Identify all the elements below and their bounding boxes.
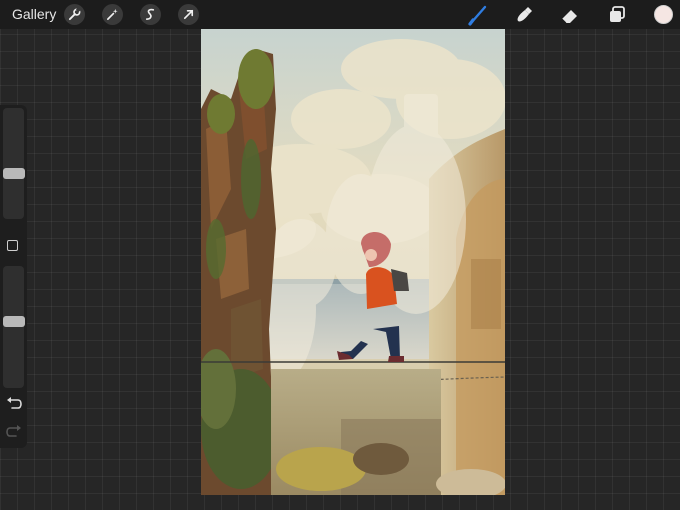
smudge-icon[interactable] <box>513 4 535 26</box>
brush-size-slider-thumb[interactable] <box>3 168 25 179</box>
undo-icon[interactable] <box>6 396 22 410</box>
gallery-button[interactable]: Gallery <box>12 6 56 22</box>
opacity-slider[interactable] <box>3 266 24 388</box>
transform-arrow-icon[interactable] <box>178 4 199 25</box>
color-picker-swatch[interactable] <box>654 5 673 24</box>
artwork-painting <box>201 29 505 495</box>
eraser-icon[interactable] <box>559 4 581 26</box>
wrench-icon[interactable] <box>64 4 85 25</box>
layers-icon[interactable] <box>606 4 628 26</box>
magic-wand-icon[interactable] <box>102 4 123 25</box>
redo-icon[interactable] <box>6 424 22 438</box>
yellow-bush <box>276 447 366 491</box>
brush-size-slider[interactable] <box>3 108 24 219</box>
selection-icon[interactable] <box>140 4 161 25</box>
brush-icon[interactable] <box>467 4 489 26</box>
rock-pillar <box>201 49 281 495</box>
drawing-canvas[interactable] <box>201 29 505 495</box>
modify-button[interactable] <box>7 240 18 251</box>
opacity-slider-thumb[interactable] <box>3 315 25 327</box>
side-toolbar <box>0 105 27 448</box>
top-toolbar: Gallery <box>0 0 680 29</box>
